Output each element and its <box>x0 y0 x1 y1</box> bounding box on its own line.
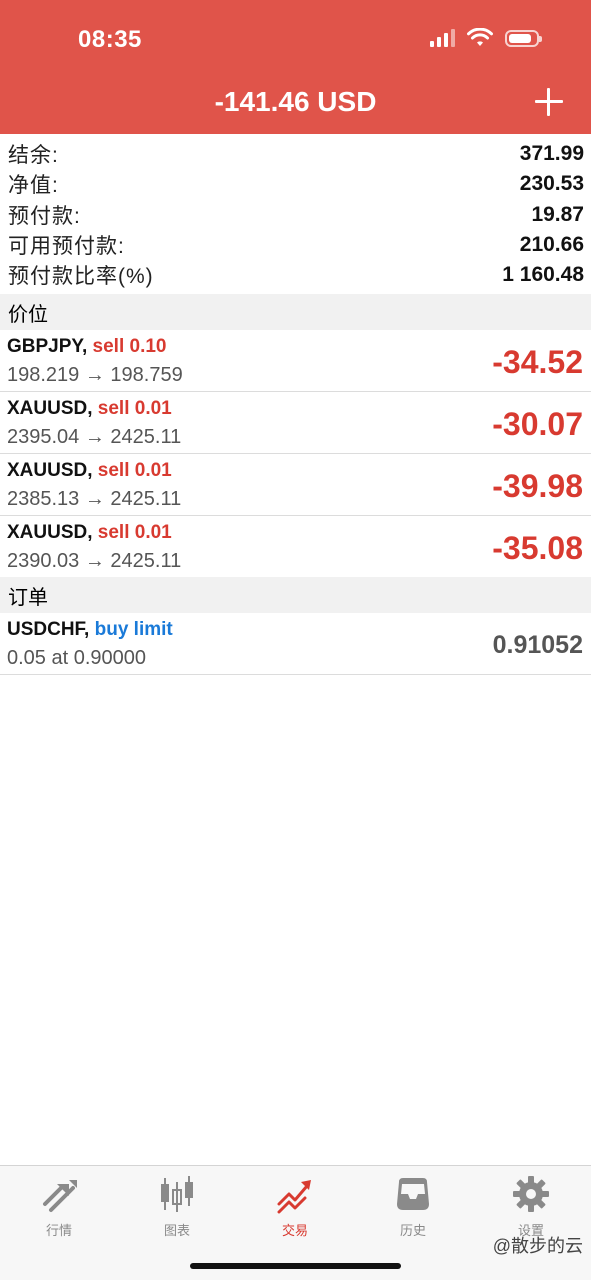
positions-section-header: 价位 <box>0 294 591 330</box>
page-title: -141.46 USD <box>214 86 377 117</box>
position-row[interactable]: XAUUSD, sell 0.01 2395.04 → 2425.11 -30.… <box>0 392 591 454</box>
position-row[interactable]: XAUUSD, sell 0.01 2390.03 → 2425.11 -35.… <box>0 516 591 578</box>
history-inbox-icon <box>397 1178 429 1210</box>
gear-icon <box>513 1176 549 1212</box>
tab-history[interactable]: 历史 <box>363 1174 463 1239</box>
summary-value: 371.99 <box>519 142 584 166</box>
tab-label: 历史 <box>399 1223 426 1238</box>
status-icons <box>430 28 542 48</box>
position-title: XAUUSD, sell 0.01 <box>7 522 172 544</box>
orders-list: USDCHF, buy limit 0.05 at 0.90000 0.9105… <box>0 613 591 675</box>
position-profit: -35.08 <box>492 530 583 566</box>
tab-settings[interactable]: 设置 <box>481 1174 581 1239</box>
order-symbol: USDCHF, <box>7 619 90 640</box>
summary-label: 净值: <box>8 174 59 198</box>
summary-row-margin: 预付款: 19.87 <box>0 200 591 230</box>
positions-list: GBPJPY, sell 0.10 198.219 → 198.759 -34.… <box>0 330 591 578</box>
order-current-price: 0.91052 <box>492 631 583 659</box>
position-profit: -30.07 <box>492 406 583 442</box>
summary-row-free-margin: 可用预付款: 210.66 <box>0 230 591 260</box>
position-prices: 2390.03 → 2425.11 <box>7 550 182 572</box>
summary-value: 210.66 <box>519 233 584 257</box>
position-title: XAUUSD, sell 0.01 <box>7 460 172 482</box>
summary-value: 1 160.48 <box>502 263 584 287</box>
summary-row-margin-level: 预付款比率(%) 1 160.48 <box>0 260 591 290</box>
position-row[interactable]: XAUUSD, sell 0.01 2385.13 → 2425.11 -39.… <box>0 454 591 516</box>
summary-label: 可用预付款: <box>8 235 125 259</box>
status-time: 08:35 <box>78 26 142 53</box>
trade-trend-icon <box>277 1180 311 1214</box>
position-title: GBPJPY, sell 0.10 <box>7 336 167 358</box>
summary-value: 19.87 <box>531 202 584 226</box>
position-row[interactable]: GBPJPY, sell 0.10 198.219 → 198.759 -34.… <box>0 330 591 392</box>
order-details: 0.05 at 0.90000 <box>7 647 147 669</box>
summary-row-equity: 净值: 230.53 <box>0 169 591 199</box>
position-symbol: XAUUSD, <box>7 522 93 543</box>
order-row[interactable]: USDCHF, buy limit 0.05 at 0.90000 0.9105… <box>0 613 591 675</box>
watermark: @散步的云 <box>492 1236 583 1256</box>
tab-label: 行情 <box>45 1223 72 1238</box>
position-action: sell 0.10 <box>92 336 167 357</box>
summary-label: 预付款: <box>8 204 81 228</box>
orders-section-header: 订单 <box>0 577 591 613</box>
position-title: XAUUSD, sell 0.01 <box>7 398 172 420</box>
cellular-signal-icon <box>430 29 455 47</box>
position-action: sell 0.01 <box>97 460 172 481</box>
candlestick-chart-icon <box>161 1176 193 1212</box>
wifi-icon <box>467 28 493 46</box>
order-action: buy limit <box>94 619 173 640</box>
home-indicator <box>190 1263 401 1269</box>
account-summary: 结余: 371.99 净值: 230.53 预付款: 19.87 可用预付款: … <box>0 139 591 290</box>
position-action: sell 0.01 <box>97 398 172 419</box>
position-prices: 2395.04 → 2425.11 <box>7 426 182 448</box>
summary-label: 结余: <box>8 144 59 168</box>
tab-label: 图表 <box>163 1223 190 1238</box>
position-profit: -39.98 <box>492 468 583 504</box>
summary-row-balance: 结余: 371.99 <box>0 139 591 169</box>
summary-value: 230.53 <box>519 172 584 196</box>
position-prices: 2385.13 → 2425.11 <box>7 488 182 510</box>
tab-quotes[interactable]: 行情 <box>9 1174 109 1239</box>
quotes-arrows-icon <box>43 1180 77 1212</box>
position-action: sell 0.01 <box>97 522 172 543</box>
battery-icon <box>505 29 542 47</box>
summary-label: 预付款比率(%) <box>8 265 154 289</box>
app-header: 08:35 -141.46 USD <box>0 0 591 134</box>
add-button[interactable] <box>535 88 563 116</box>
position-symbol: XAUUSD, <box>7 460 93 481</box>
tab-label: 交易 <box>281 1223 308 1238</box>
tab-trade[interactable]: 交易 <box>245 1174 345 1239</box>
position-prices: 198.219 → 198.759 <box>7 364 183 386</box>
tab-charts[interactable]: 图表 <box>127 1174 227 1239</box>
position-symbol: GBPJPY, <box>7 336 88 357</box>
position-profit: -34.52 <box>492 344 583 380</box>
position-symbol: XAUUSD, <box>7 398 93 419</box>
order-title: USDCHF, buy limit <box>7 619 173 641</box>
